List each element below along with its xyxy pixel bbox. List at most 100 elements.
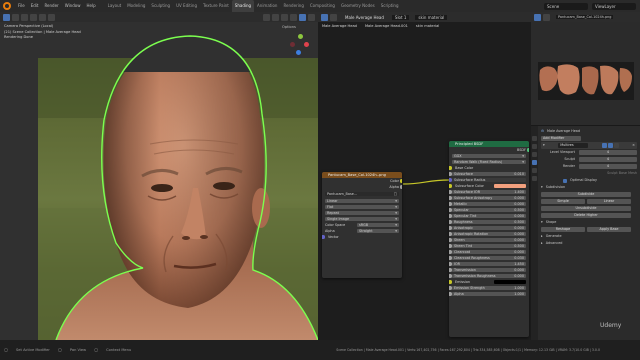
bsdf-input-socket[interactable] — [449, 172, 452, 176]
color-swatch[interactable] — [494, 183, 526, 189]
advanced-section-header[interactable]: ▸ Advanced — [541, 240, 637, 247]
node-object-mode-button[interactable] — [330, 13, 337, 21]
image-editor-type-button[interactable] — [534, 13, 541, 21]
bsdf-value-field[interactable]: Emission Strength 1.000 — [452, 285, 526, 291]
shader-node-editor[interactable]: Male Average Head Slot 1 skin material M… — [318, 12, 531, 340]
bsdf-value-field[interactable]: IOR 1.450 — [452, 261, 526, 267]
bsdf-value-field[interactable]: Transmission 0.000 — [452, 267, 526, 273]
image-name-selector[interactable]: Pantucam_Base_Col-1024h.png — [556, 15, 614, 19]
image-datablock-selector[interactable]: Pantucam_Base... □ — [325, 191, 399, 197]
bsdf-input-socket[interactable] — [449, 244, 452, 248]
menu-edit[interactable]: Edit — [28, 0, 42, 12]
extension-dropdown[interactable]: Repeat ▾ — [325, 210, 399, 216]
bsdf-input-socket[interactable] — [449, 232, 452, 236]
linear-button[interactable]: Linear — [587, 198, 631, 205]
apply-base-button[interactable]: Apply Base — [587, 226, 631, 233]
bsdf-value-field[interactable]: Anisotropic 0.000 — [452, 225, 526, 231]
bsdf-input-socket[interactable] — [449, 262, 452, 266]
bsdf-value-field[interactable]: Clearcoat 0.000 — [452, 249, 526, 255]
scene-selector[interactable]: Scene — [544, 2, 588, 10]
tab-shading[interactable]: Shading — [231, 0, 255, 12]
image-texture-node[interactable]: Pantucam_Base_Col-1024h-.png Color Alpha… — [322, 172, 402, 278]
tab-layout[interactable]: Layout — [105, 0, 125, 12]
color-space-dropdown[interactable]: sRGB ▾ — [357, 222, 399, 228]
tab-compositing[interactable]: Compositing — [307, 0, 338, 12]
bsdf-value-field[interactable]: Specular 0.500 — [452, 207, 526, 213]
bsdf-input-socket[interactable] — [449, 274, 452, 278]
bsdf-input-socket[interactable] — [449, 208, 452, 212]
bsdf-input-socket[interactable] — [449, 202, 452, 206]
simple-button[interactable]: Simple — [541, 198, 585, 205]
tab-animation[interactable]: Animation — [254, 0, 280, 12]
bsdf-input-socket[interactable] — [449, 292, 452, 296]
menu-help[interactable]: Help — [83, 0, 98, 12]
bsdf-value-field[interactable]: Subsurface 0.010 — [452, 171, 526, 177]
bsdf-input-socket[interactable] — [449, 280, 452, 284]
bsdf-value-field[interactable]: Alpha 1.000 — [452, 291, 526, 297]
optimal-display-checkbox[interactable] — [563, 178, 567, 183]
bsdf-input-socket[interactable] — [449, 190, 452, 194]
vector-input-socket[interactable] — [322, 235, 325, 239]
bsdf-value-field[interactable]: Anisotropic Rotation 0.000 — [452, 231, 526, 237]
menu-render[interactable]: Render — [41, 0, 61, 12]
bsdf-input-socket[interactable] — [449, 256, 452, 260]
bsdf-value-field[interactable]: Specular Tint 0.000 — [452, 213, 526, 219]
tab-rendering[interactable]: Rendering — [280, 0, 306, 12]
edit-mode-toggle-icon[interactable] — [601, 143, 607, 148]
object-tab-icon[interactable] — [532, 152, 537, 157]
tab-geometry-nodes[interactable]: Geometry Nodes — [338, 0, 378, 12]
viewport-toggle-icon[interactable] — [607, 143, 613, 148]
wrench-icon[interactable] — [532, 160, 537, 165]
bsdf-input-socket[interactable] — [449, 220, 452, 224]
color-output-socket[interactable] — [399, 179, 402, 183]
unsubdivide-button[interactable]: Unsubdivide — [541, 205, 631, 212]
bsdf-input-socket[interactable] — [449, 196, 452, 200]
distribution-dropdown[interactable]: GGX ▾ — [452, 153, 526, 159]
bsdf-value-field[interactable]: Sheen 0.000 — [452, 237, 526, 243]
bsdf-input-socket[interactable] — [449, 268, 452, 272]
bsdf-input-socket[interactable] — [449, 214, 452, 218]
bsdf-value-field[interactable]: Sheen Tint 0.500 — [452, 243, 526, 249]
material-slot-selector[interactable]: Slot 1 — [391, 14, 410, 20]
properties-editor[interactable]: ⚙ Male Average Head Add Modifier ▾ Multi… — [531, 125, 640, 340]
blender-logo-icon[interactable] — [3, 2, 11, 10]
modifier-collapse-icon[interactable]: ▾ — [543, 142, 545, 149]
bsdf-value-field[interactable]: Roughness 0.500 — [452, 219, 526, 225]
projection-dropdown[interactable]: Flat ▾ — [325, 204, 399, 210]
tab-texture-paint[interactable]: Texture Paint — [200, 0, 232, 12]
subdivide-button[interactable]: Subdivide — [541, 191, 631, 198]
3d-viewport[interactable]: Camera Perspective (Local) (21) Scene Co… — [0, 12, 318, 340]
output-tab-icon[interactable] — [532, 144, 537, 149]
add-modifier-button[interactable]: Add Modifier — [541, 135, 581, 142]
bsdf-value-field[interactable]: Subsurface IOR 1.400 — [452, 189, 526, 195]
physics-tab-icon[interactable] — [532, 168, 537, 173]
material-tab-icon[interactable] — [532, 176, 537, 181]
bsdf-input-socket[interactable] — [449, 286, 452, 290]
level-value-field[interactable]: 4 — [579, 156, 637, 163]
bsdf-input-socket[interactable] — [449, 166, 452, 170]
source-dropdown[interactable]: Single Image ▾ — [325, 216, 399, 222]
interpolation-dropdown[interactable]: Linear ▾ — [325, 198, 399, 204]
menu-window[interactable]: Window — [62, 0, 84, 12]
multires-modifier-header[interactable]: ▾ Multires × — [541, 142, 637, 149]
bsdf-vector-field[interactable]: Subsurface Radius — [452, 177, 526, 183]
alpha-mode-dropdown[interactable]: Straight ▾ — [357, 228, 399, 234]
bsdf-value-field[interactable]: Clearcoat Roughness 0.030 — [452, 255, 526, 261]
render-toggle-icon[interactable] — [613, 143, 619, 148]
material-selector[interactable]: skin material — [415, 14, 448, 20]
bsdf-input-socket[interactable] — [449, 184, 452, 188]
menu-file[interactable]: File — [15, 0, 28, 12]
modifier-name-field[interactable]: Multires — [558, 142, 589, 149]
principled-bsdf-node[interactable]: Principled BSDF BSDF GGX ▾ Random Walk (F… — [449, 141, 529, 337]
bsdf-input-socket[interactable] — [449, 178, 452, 182]
bsdf-input-socket[interactable] — [449, 226, 452, 230]
view-layer-selector[interactable]: ViewLayer — [592, 2, 636, 10]
image-editor[interactable]: Pantucam_Base_Col-1024h.png — [531, 12, 640, 125]
bsdf-output-socket[interactable] — [526, 148, 529, 152]
tab-uv-editing[interactable]: UV Editing — [173, 0, 200, 12]
node-object-name[interactable]: Male Average Head — [345, 15, 384, 20]
subsurface-method-dropdown[interactable]: Random Walk (Fixed Radius) ▾ — [452, 159, 526, 165]
tab-scripting[interactable]: Scripting — [378, 0, 402, 12]
bsdf-value-field[interactable]: Transmission Roughness 0.000 — [452, 273, 526, 279]
generate-section-header[interactable]: ▸ Generate — [541, 233, 637, 240]
